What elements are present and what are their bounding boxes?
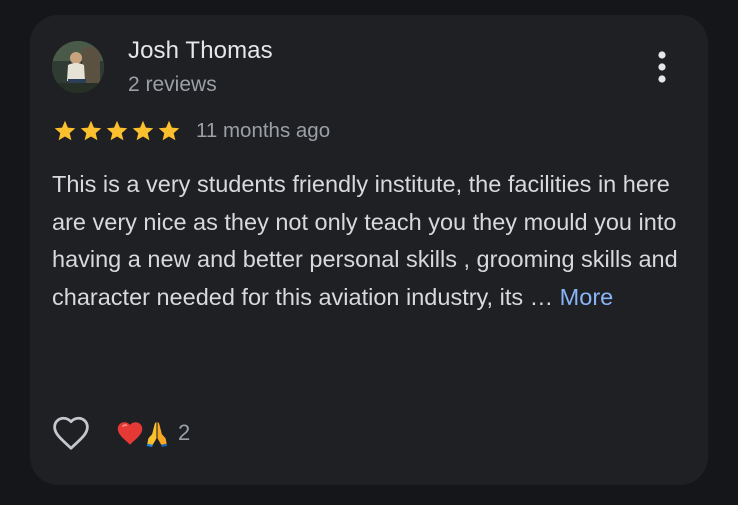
heart-outline-icon [53,416,89,450]
avatar-photo [52,41,104,93]
star-icon [54,120,76,141]
star-rating [52,119,182,143]
rating-row: 11 months ago [52,118,330,144]
folded-hands-icon [146,422,168,447]
more-link[interactable]: More [560,284,614,310]
reaction-count: 2 [178,420,191,445]
like-button[interactable] [50,413,92,453]
more-options-button[interactable] [646,49,678,85]
more-vert-icon [658,51,666,83]
star-icon [80,120,102,141]
review-time: 11 months ago [196,119,331,142]
star-icon [132,120,154,141]
review-text: This is a very students friendly institu… [52,166,692,316]
star-icon [106,120,128,141]
reviewer-name[interactable]: Josh Thomas [128,37,273,65]
reactions-summary[interactable]: 2 [116,417,190,449]
reviewer-review-count: 2 reviews [128,73,217,96]
review-card: Josh Thomas 2 reviews 11 months ago This… [30,15,708,485]
red-heart-icon [117,422,143,445]
star-icon [158,120,180,141]
avatar[interactable] [52,41,104,93]
